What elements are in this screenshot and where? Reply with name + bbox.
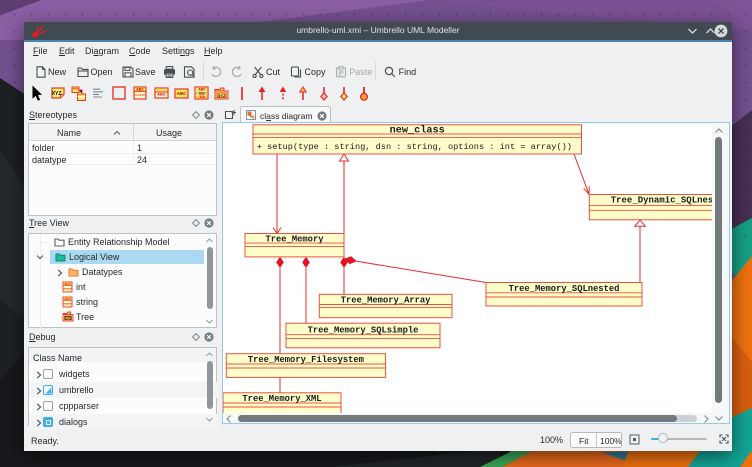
svg-text:ABC: ABC <box>136 88 144 92</box>
svg-text:Tree_Memory_SQLsimple: Tree_Memory_SQLsimple <box>308 325 419 335</box>
svg-text:ABC: ABC <box>64 297 71 301</box>
svg-text:+ setup(type : string, dsn : s: + setup(type : string, dsn : string, opt… <box>257 142 572 152</box>
svg-text:Tree_Dynamic_SQLnested: Tree_Dynamic_SQLnested <box>611 196 712 206</box>
svg-text:ABC: ABC <box>64 282 71 286</box>
svg-text:ABC: ABC <box>157 92 166 97</box>
svg-text:123: 123 <box>199 95 205 99</box>
svg-text:Tree_Memory: Tree_Memory <box>265 235 324 245</box>
svg-text:xyz: xyz <box>65 316 71 320</box>
svg-text:Tree_Memory_XML: Tree_Memory_XML <box>242 394 321 404</box>
svg-text:Tree_Memory_Array: Tree_Memory_Array <box>341 296 431 306</box>
svg-text:XYZ: XYZ <box>218 93 226 98</box>
svg-text:Tree_Memory_Filesystem: Tree_Memory_Filesystem <box>248 355 364 365</box>
svg-text:new_class: new_class <box>390 125 445 137</box>
svg-text:Tree_Memory_SQLnested: Tree_Memory_SQLnested <box>509 284 620 294</box>
svg-text:XYZ: XYZ <box>52 91 62 97</box>
svg-text:ABC: ABC <box>177 91 187 96</box>
